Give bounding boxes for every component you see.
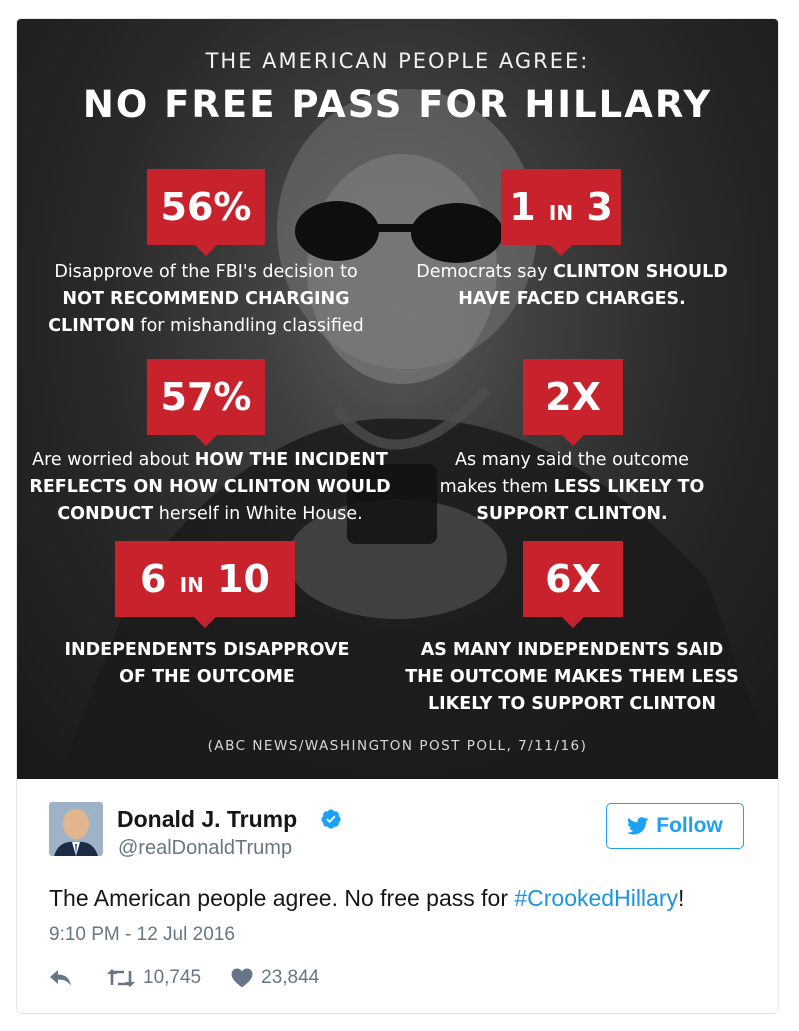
stat-value: 56% (160, 185, 252, 229)
desc-bold: CONDUCT (57, 504, 154, 524)
desc-bold: SUPPORT CLINTON. (476, 504, 668, 524)
like-action[interactable]: 23,844 (231, 967, 319, 989)
stat-6-in-10: 6 IN 10 (115, 541, 295, 628)
reply-icon (50, 970, 71, 986)
follow-label: Follow (656, 814, 723, 837)
author-name[interactable]: Donald J. Trump (117, 806, 297, 833)
reply-action[interactable] (49, 969, 73, 987)
stat-value: 3 (586, 185, 613, 229)
verified-badge-icon (321, 809, 341, 829)
desc-text: Disapprove of the FBI's decision to (54, 262, 358, 282)
stat-57-percent: 57% (147, 359, 265, 446)
like-count: 23,844 (261, 967, 320, 988)
hashtag-link[interactable]: #CrookedHillary (514, 885, 678, 911)
stat-value: 6X (545, 557, 601, 601)
desc-bold: CLINTON (48, 316, 135, 336)
infographic-headline: NO FREE PASS FOR HILLARY (82, 83, 713, 126)
desc-bold: HOW THE INCIDENT (194, 450, 388, 470)
stat-57-description: Are worried about HOW THE INCIDENT REFLE… (25, 447, 395, 528)
desc-bold: CLINTON SHOULD (553, 262, 728, 282)
desc-bold: HAVE FACED CHARGES. (458, 289, 686, 309)
stat-6x: 6X (523, 541, 623, 628)
stat-56-percent: 56% (147, 169, 265, 256)
desc-bold: OF THE OUTCOME (119, 667, 295, 687)
desc-bold: THE OUTCOME MAKES THEM LESS (405, 667, 739, 687)
stat-connector: IN (548, 201, 574, 225)
desc-text: for mishandling classified (134, 316, 364, 336)
stat-1-in-3-description: Democrats say CLINTON SHOULD HAVE FACED … (402, 259, 742, 313)
desc-text: Are worried about (32, 450, 195, 470)
infographic-eyebrow: THE AMERICAN PEOPLE AGREE: (205, 49, 590, 73)
follow-button[interactable]: Follow (606, 803, 744, 849)
tweet-text-main: The American people agree. No free pass … (49, 885, 515, 911)
stat-value: 1 (509, 185, 536, 229)
twitter-bird-icon (627, 817, 649, 835)
stat-value: 57% (160, 375, 252, 419)
stat-6x-description: AS MANY INDEPENDENTS SAID THE OUTCOME MA… (397, 637, 747, 718)
desc-text: As many said the outcome (455, 450, 689, 470)
desc-bold: AS MANY INDEPENDENTS SAID (420, 640, 724, 660)
desc-text: herself in White House. (153, 504, 363, 524)
heart-icon (231, 968, 253, 988)
stat-value: 2X (545, 375, 601, 419)
tweet-body: Donald J. Trump @realDonaldTrump Follow … (17, 779, 778, 1013)
desc-bold: LIKELY TO SUPPORT CLINTON (428, 694, 716, 714)
stat-value: 10 (217, 557, 270, 601)
desc-text: Democrats say (416, 262, 554, 282)
desc-bold: REFLECTS ON HOW CLINTON WOULD (29, 477, 391, 497)
tweet-text-end: ! (678, 885, 685, 911)
author-handle[interactable]: @realDonaldTrump (118, 837, 292, 860)
tweet-text: The American people agree. No free pass … (49, 885, 684, 912)
stat-1-in-3: 1 IN 3 (501, 169, 621, 256)
tweet-timestamp[interactable]: 9:10 PM - 12 Jul 2016 (49, 924, 235, 946)
desc-text: makes them (439, 477, 554, 497)
desc-bold: INDEPENDENTS DISAPPROVE (64, 640, 350, 660)
retweet-icon (107, 969, 135, 987)
retweet-count: 10,745 (143, 967, 202, 988)
infographic-image[interactable]: THE AMERICAN PEOPLE AGREE: NO FREE PASS … (17, 19, 778, 779)
stat-2x: 2X (523, 359, 623, 446)
poll-source: (ABC NEWS/WASHINGTON POST POLL, 7/11/16) (207, 738, 588, 754)
desc-bold: NOT RECOMMEND CHARGING (62, 289, 350, 309)
avatar-image (49, 802, 103, 856)
tweet-actions: 10,745 23,844 (49, 965, 319, 991)
retweet-action[interactable]: 10,745 (107, 967, 201, 989)
tweet-card: THE AMERICAN PEOPLE AGREE: NO FREE PASS … (16, 18, 779, 1014)
desc-bold: LESS LIKELY TO (553, 477, 705, 497)
stat-value: 6 (140, 557, 167, 601)
stat-2x-description: As many said the outcome makes them LESS… (417, 447, 727, 528)
stat-56-description: Disapprove of the FBI's decision to NOT … (31, 259, 381, 340)
stat-6-in-10-description: INDEPENDENTS DISAPPROVE OF THE OUTCOME (47, 637, 367, 691)
stat-connector: IN (179, 573, 204, 597)
avatar[interactable] (49, 802, 103, 856)
